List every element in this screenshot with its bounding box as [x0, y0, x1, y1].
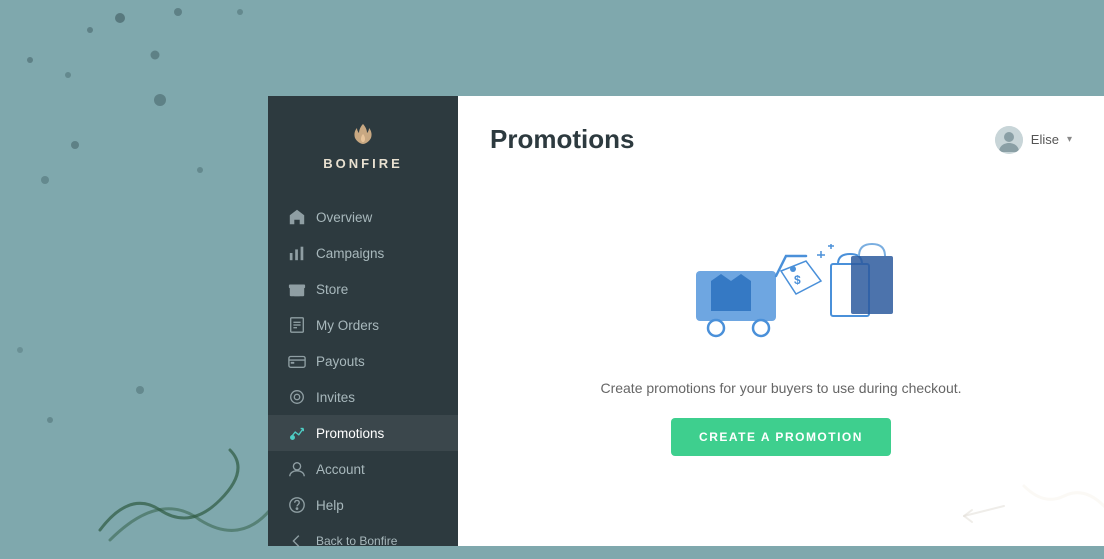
sidebar-item-promotions[interactable]: Promotions	[268, 415, 458, 451]
back-icon	[288, 532, 306, 550]
bonfire-logo-icon	[347, 120, 379, 152]
page-title: Promotions	[490, 124, 634, 155]
payouts-icon	[288, 352, 306, 370]
promotions-empty-state: $ Create promotions for your buyers to u…	[458, 155, 1104, 546]
sidebar-item-back[interactable]: Back to Bonfire	[268, 523, 458, 559]
help-icon	[288, 496, 306, 514]
svg-text:$: $	[794, 273, 801, 287]
sidebar: BONFIRE Overview Campaigns	[268, 96, 458, 546]
promo-illustration: $	[666, 216, 896, 356]
orders-icon	[288, 316, 306, 334]
main-content: Promotions Elise ▾	[458, 96, 1104, 546]
squiggle-decoration	[904, 466, 1104, 546]
sidebar-item-my-orders[interactable]: My Orders	[268, 307, 458, 343]
sidebar-item-overview[interactable]: Overview	[268, 199, 458, 235]
sidebar-item-payouts[interactable]: Payouts	[268, 343, 458, 379]
logo-area: BONFIRE	[268, 120, 458, 171]
sidebar-item-store[interactable]: Store	[268, 271, 458, 307]
home-icon	[288, 208, 306, 226]
invites-icon	[288, 388, 306, 406]
avatar	[995, 126, 1023, 154]
sidebar-item-campaigns[interactable]: Campaigns	[268, 235, 458, 271]
store-icon	[288, 280, 306, 298]
sidebar-item-invites[interactable]: Invites	[268, 379, 458, 415]
account-icon	[288, 460, 306, 478]
promo-description: Create promotions for your buyers to use…	[600, 380, 961, 396]
sidebar-item-account[interactable]: Account	[268, 451, 458, 487]
chevron-down-icon: ▾	[1067, 134, 1072, 145]
user-menu[interactable]: Elise ▾	[995, 126, 1072, 154]
logo-text: BONFIRE	[323, 156, 403, 171]
user-name: Elise	[1031, 132, 1059, 147]
chart-icon	[288, 244, 306, 262]
promotions-icon	[288, 424, 306, 442]
top-bar: Promotions Elise ▾	[458, 96, 1104, 155]
create-promotion-button[interactable]: CREATE A PROMOTION	[671, 418, 891, 456]
nav-menu: Overview Campaigns Store	[268, 199, 458, 559]
sidebar-item-help[interactable]: Help	[268, 487, 458, 523]
